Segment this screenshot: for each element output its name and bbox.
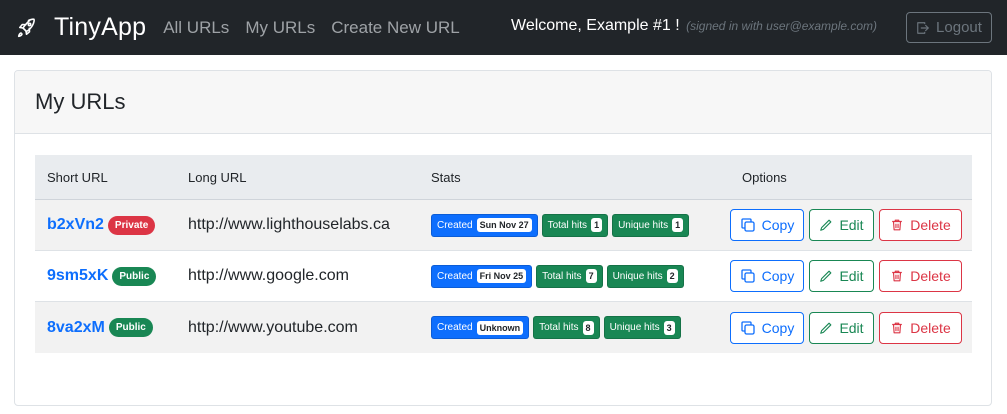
welcome-name: Example #1 bbox=[586, 17, 671, 34]
unique-hits-badge: Unique hits 2 bbox=[606, 264, 684, 288]
pencil-icon bbox=[820, 322, 832, 334]
nav-create-url[interactable]: Create New URL bbox=[331, 18, 460, 38]
copy-icon bbox=[741, 269, 755, 283]
signed-in-email: (signed in with user@example.com) bbox=[686, 19, 878, 33]
long-url: http://www.lighthouselabs.ca bbox=[188, 216, 390, 233]
table-row: b2xVn2 Private http://www.lighthouselabs… bbox=[35, 200, 972, 251]
edit-label: Edit bbox=[839, 319, 864, 336]
short-url-link[interactable]: 8va2xM bbox=[47, 319, 105, 337]
card-header: My URLs bbox=[15, 71, 991, 134]
brand[interactable]: TinyApp bbox=[14, 13, 146, 42]
short-url-link[interactable]: 9sm5xK bbox=[47, 267, 108, 285]
long-url: http://www.google.com bbox=[188, 267, 349, 284]
brand-title: TinyApp bbox=[54, 13, 147, 41]
logout-icon bbox=[917, 21, 929, 34]
visibility-badge: Public bbox=[108, 318, 153, 337]
unique-hits-value: 3 bbox=[663, 320, 675, 335]
long-url: http://www.youtube.com bbox=[188, 318, 358, 336]
copy-button[interactable]: Copy bbox=[730, 311, 804, 344]
welcome-prefix: Welcome, bbox=[511, 17, 587, 34]
trash-icon bbox=[892, 270, 903, 282]
delete-label: Delete bbox=[910, 268, 951, 284]
created-badge: Created Unknown bbox=[431, 316, 530, 339]
created-label: Created bbox=[437, 270, 473, 282]
created-label: Created bbox=[437, 219, 473, 231]
logout-button[interactable]: Logout bbox=[906, 12, 992, 43]
edit-button[interactable]: Edit bbox=[809, 209, 874, 241]
delete-label: Delete bbox=[910, 319, 951, 336]
header-stats: Stats bbox=[431, 169, 461, 185]
delete-label: Delete bbox=[910, 217, 951, 233]
trash-icon bbox=[892, 322, 903, 333]
pencil-icon bbox=[820, 219, 832, 231]
total-hits-label: Total hits bbox=[542, 270, 582, 282]
trash-icon bbox=[892, 219, 903, 231]
unique-hits-label: Unique hits bbox=[609, 322, 660, 333]
created-value: Sun Nov 27 bbox=[476, 218, 532, 232]
edit-button[interactable]: Edit bbox=[809, 311, 874, 344]
unique-hits-badge: Unique hits 3 bbox=[603, 316, 681, 339]
page-title: My URLs bbox=[35, 89, 126, 114]
header-long-url: Long URL bbox=[188, 169, 247, 185]
table-header: Short URL Long URL Stats Options bbox=[35, 155, 972, 200]
copy-icon bbox=[741, 218, 755, 232]
total-hits-value: 8 bbox=[582, 320, 594, 335]
created-value: Unknown bbox=[476, 320, 524, 335]
copy-button[interactable]: Copy bbox=[730, 209, 804, 241]
total-hits-label: Total hits bbox=[547, 219, 588, 231]
edit-button[interactable]: Edit bbox=[809, 260, 874, 292]
created-value: Fri Nov 25 bbox=[476, 269, 527, 283]
copy-button[interactable]: Copy bbox=[730, 260, 804, 292]
created-badge: Created Fri Nov 25 bbox=[431, 264, 533, 288]
short-url-link[interactable]: b2xVn2 bbox=[47, 216, 104, 234]
copy-label: Copy bbox=[761, 268, 795, 284]
pencil-icon bbox=[820, 270, 832, 282]
total-hits-badge: Total hits 1 bbox=[541, 213, 609, 237]
header-short-url: Short URL bbox=[47, 169, 108, 185]
copy-icon bbox=[741, 320, 755, 335]
total-hits-value: 7 bbox=[585, 269, 597, 283]
nav-all-urls[interactable]: All URLs bbox=[163, 18, 229, 38]
header-options: Options bbox=[742, 169, 787, 185]
unique-hits-value: 2 bbox=[666, 269, 678, 283]
logout-label: Logout bbox=[936, 19, 982, 36]
rocket-icon bbox=[14, 16, 38, 40]
visibility-badge: Private bbox=[107, 215, 156, 235]
unique-hits-value: 1 bbox=[672, 218, 684, 232]
nav-my-urls[interactable]: My URLs bbox=[245, 18, 315, 38]
table-row: 8va2xM Public http://www.youtube.com Cre… bbox=[35, 302, 972, 353]
edit-label: Edit bbox=[839, 217, 864, 233]
unique-hits-label: Unique hits bbox=[612, 270, 663, 282]
copy-label: Copy bbox=[761, 217, 795, 233]
created-badge: Created Sun Nov 27 bbox=[431, 213, 538, 237]
delete-button[interactable]: Delete bbox=[879, 260, 962, 292]
visibility-badge: Public bbox=[112, 266, 157, 286]
total-hits-badge: Total hits 8 bbox=[533, 316, 600, 339]
unique-hits-label: Unique hits bbox=[618, 219, 669, 231]
delete-button[interactable]: Delete bbox=[879, 209, 962, 241]
urls-table: Short URL Long URL Stats Options b2xVn2 … bbox=[35, 155, 972, 353]
total-hits-label: Total hits bbox=[539, 322, 579, 333]
total-hits-badge: Total hits 7 bbox=[536, 264, 603, 288]
unique-hits-badge: Unique hits 1 bbox=[612, 213, 690, 237]
table-row: 9sm5xK Public http://www.google.com Crea… bbox=[35, 251, 972, 302]
total-hits-value: 1 bbox=[591, 218, 603, 232]
navbar: TinyApp All URLs My URLs Create New URL … bbox=[0, 0, 1007, 55]
delete-button[interactable]: Delete bbox=[879, 311, 962, 344]
welcome-suffix: ! bbox=[670, 17, 680, 34]
welcome-message: Welcome, Example #1 ! (signed in with us… bbox=[511, 17, 877, 35]
edit-label: Edit bbox=[839, 268, 864, 284]
copy-label: Copy bbox=[761, 319, 795, 336]
created-label: Created bbox=[437, 322, 473, 333]
my-urls-card: My URLs Short URL Long URL Stats Options… bbox=[14, 70, 992, 406]
